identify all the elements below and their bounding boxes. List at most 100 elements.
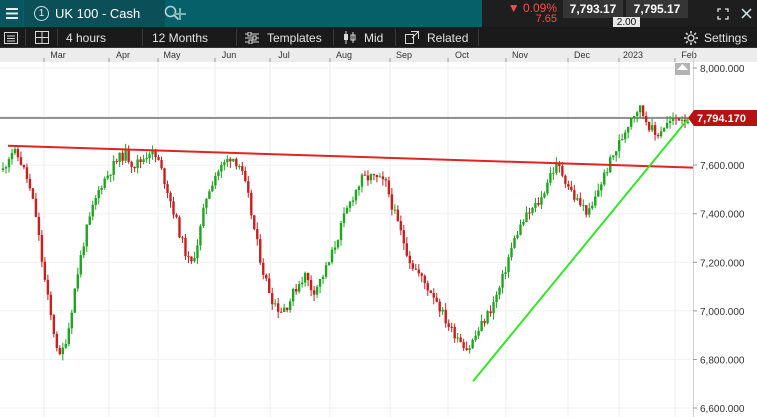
candle-body — [531, 207, 534, 214]
candle-body — [626, 126, 630, 133]
candle-body — [363, 174, 367, 176]
chart-toolbar: 4 hours 12 Months Templates Mid Related — [0, 27, 757, 48]
candle-body — [118, 152, 121, 162]
candle-body — [208, 191, 211, 199]
candle-body — [318, 278, 322, 287]
candle-body — [369, 174, 373, 181]
candle-body — [444, 309, 447, 324]
time-axis-label: Apr — [116, 50, 130, 60]
candle-body — [357, 186, 361, 190]
candle-body — [303, 272, 307, 283]
candle-body — [435, 297, 438, 302]
candle-body — [603, 172, 606, 185]
candle-body — [504, 272, 507, 274]
candle-body — [600, 184, 603, 191]
candle-body — [474, 335, 477, 340]
candle-body — [501, 273, 504, 288]
candle-body — [594, 196, 597, 206]
candle-body — [91, 204, 94, 217]
price-chart[interactable]: Mar Apr May Jun Jul Aug Sep Oct Nov Dec 2023 Feb 8,… — [0, 48, 757, 417]
candles-icon — [344, 31, 356, 44]
candle-body — [662, 128, 666, 132]
candle-body — [130, 161, 133, 167]
candle-body — [384, 179, 388, 181]
instrument-tab[interactable]: 1 UK 100 - Cash — [24, 0, 180, 27]
add-tab-button[interactable] — [168, 0, 192, 27]
candle-body — [166, 184, 169, 194]
candle-body — [489, 311, 492, 314]
candle-body — [588, 208, 591, 215]
expand-icon — [717, 7, 729, 20]
candle-body — [620, 139, 624, 141]
sliders-icon — [245, 31, 259, 44]
candle-body — [178, 217, 181, 238]
candle-body — [133, 166, 136, 169]
candle-body — [25, 167, 29, 179]
candle-body — [653, 125, 657, 135]
candle-body — [70, 312, 73, 329]
candle-body — [10, 153, 14, 160]
candle-body — [193, 258, 196, 262]
sell-price-button[interactable]: 7,793.17 — [563, 0, 623, 18]
candle-body — [345, 207, 349, 214]
expand-window-button[interactable] — [712, 0, 734, 27]
candle-body — [462, 342, 465, 349]
candle-body — [534, 202, 537, 208]
candle-body — [187, 256, 190, 258]
scroll-to-latest-button[interactable] — [675, 63, 690, 75]
settings-button[interactable]: Settings — [684, 27, 747, 48]
candle-body — [247, 181, 250, 193]
settings-label: Settings — [704, 30, 748, 45]
grid-icon — [35, 31, 49, 44]
time-axis-label: Sep — [396, 50, 412, 60]
title-bar: 1 UK 100 - Cash ▼ 0.09% 7.65 7,793.17 7,… — [0, 0, 757, 28]
candle-body — [268, 278, 271, 294]
hamburger-menu-button[interactable] — [0, 0, 23, 27]
candle-body — [88, 216, 91, 225]
time-axis-label: Oct — [455, 50, 470, 60]
candle-body — [342, 213, 346, 223]
candle-body — [399, 221, 403, 231]
candle-body — [686, 121, 690, 123]
close-window-button[interactable] — [735, 0, 757, 27]
chart-list-button[interactable] — [4, 27, 18, 48]
candle-body — [510, 247, 513, 258]
candle-body — [408, 255, 412, 264]
buy-price-button[interactable]: 7,795.17 — [626, 0, 688, 18]
candle-body — [306, 272, 310, 280]
candle-body — [354, 189, 358, 201]
candle-body — [142, 159, 145, 163]
list-icon — [4, 31, 18, 44]
toolbar-divider — [142, 29, 143, 46]
candle-body — [211, 185, 214, 192]
candle-body — [381, 176, 385, 180]
related-button[interactable]: Related — [405, 27, 468, 48]
candle-body — [202, 207, 205, 227]
price-mode-button[interactable]: Mid — [343, 27, 383, 48]
templates-button[interactable]: Templates — [245, 27, 322, 48]
candle-body — [196, 245, 199, 259]
interval-dropdown[interactable]: 4 hours — [66, 27, 106, 48]
range-dropdown[interactable]: 12 Months — [152, 27, 208, 48]
candle-body — [327, 262, 331, 266]
candle-body — [561, 166, 564, 176]
candle-body — [79, 255, 82, 275]
candle-body — [360, 174, 364, 187]
templates-label: Templates — [267, 30, 322, 45]
candle-body — [220, 164, 223, 172]
candle-body — [291, 289, 295, 302]
candle-body — [471, 339, 474, 349]
candle-body — [486, 311, 489, 324]
candle-body — [339, 222, 343, 241]
layout-grid-button[interactable] — [35, 27, 49, 48]
candle-body — [61, 347, 65, 355]
candle-body — [37, 216, 41, 236]
candle-body — [665, 122, 669, 129]
price-axis-label: 6,600.000 — [700, 404, 745, 415]
candle-body — [330, 249, 334, 263]
candle-body — [205, 198, 208, 208]
candle-body — [297, 284, 301, 292]
candle-body — [576, 198, 579, 200]
candle-body — [390, 194, 394, 210]
candle-body — [629, 118, 633, 127]
